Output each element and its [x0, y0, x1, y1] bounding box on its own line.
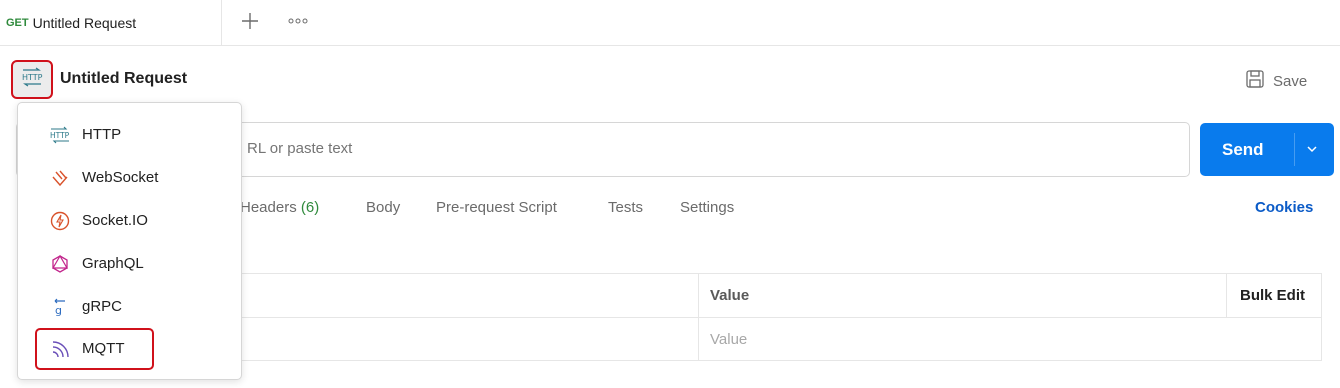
save-label: Save [1273, 72, 1308, 90]
request-type-menu: HTTP HTTP WebSocket Socket.IO GraphQL g … [17, 102, 242, 380]
svg-text:HTTP: HTTP [22, 73, 43, 82]
svg-text:HTTP: HTTP [50, 131, 70, 140]
menu-item-websocket[interactable]: WebSocket [18, 158, 241, 198]
column-divider [698, 274, 699, 361]
headers-table: Value Bulk Edit Value [240, 273, 1322, 361]
tab-settings[interactable]: Settings [680, 199, 734, 216]
menu-item-label: gRPC [82, 298, 123, 315]
menu-item-socketio[interactable]: Socket.IO [18, 201, 241, 241]
more-options-icon[interactable] [287, 13, 309, 29]
menu-item-label: WebSocket [82, 169, 159, 186]
value-input[interactable]: Value [710, 331, 747, 348]
send-divider [1294, 133, 1295, 166]
send-button[interactable]: Send [1200, 123, 1334, 176]
chevron-down-icon[interactable] [1304, 141, 1320, 162]
tab-method-badge: GET [6, 17, 29, 29]
tab-bar: GET Untitled Request [0, 0, 1340, 46]
svg-text:g: g [55, 304, 62, 317]
http-icon: HTTP [49, 125, 71, 145]
tab-pre-request-script[interactable]: Pre-request Script [436, 199, 557, 216]
add-tab-icon[interactable] [238, 9, 262, 33]
graphql-icon [49, 254, 71, 274]
tab-untitled-request[interactable]: GET Untitled Request [0, 0, 222, 46]
request-title[interactable]: Untitled Request [60, 70, 187, 88]
table-row: Value [240, 318, 1322, 362]
send-label: Send [1222, 139, 1264, 159]
mqtt-highlight-outline [35, 328, 154, 370]
websocket-icon [49, 168, 71, 188]
table-header-row: Value Bulk Edit [240, 274, 1322, 318]
request-type-button[interactable]: HTTP [11, 60, 53, 99]
menu-item-label: Socket.IO [82, 212, 148, 229]
http-icon: HTTP [20, 67, 44, 92]
menu-item-label: HTTP [82, 126, 122, 143]
tab-headers[interactable]: Headers (6) [240, 199, 319, 216]
tab-body[interactable]: Body [366, 199, 400, 216]
tab-tests[interactable]: Tests [608, 199, 643, 216]
tab-headers-count: (6) [300, 199, 320, 216]
save-icon [1245, 69, 1265, 93]
tab-headers-label: Headers [240, 199, 297, 216]
cookies-link[interactable]: Cookies [1255, 199, 1313, 216]
menu-item-label: GraphQL [82, 255, 144, 272]
save-button[interactable]: Save [1245, 69, 1307, 93]
grpc-icon: g [49, 297, 71, 317]
menu-item-graphql[interactable]: GraphQL [18, 244, 241, 284]
tab-title: Untitled Request [32, 15, 137, 31]
column-header-value: Value [710, 287, 750, 304]
menu-item-grpc[interactable]: g gRPC [18, 287, 241, 327]
url-input[interactable] [247, 140, 1047, 157]
bulk-edit-button[interactable]: Bulk Edit [1240, 287, 1305, 304]
column-divider [1226, 274, 1227, 317]
menu-item-http[interactable]: HTTP HTTP [18, 115, 241, 155]
socketio-icon [49, 211, 71, 231]
